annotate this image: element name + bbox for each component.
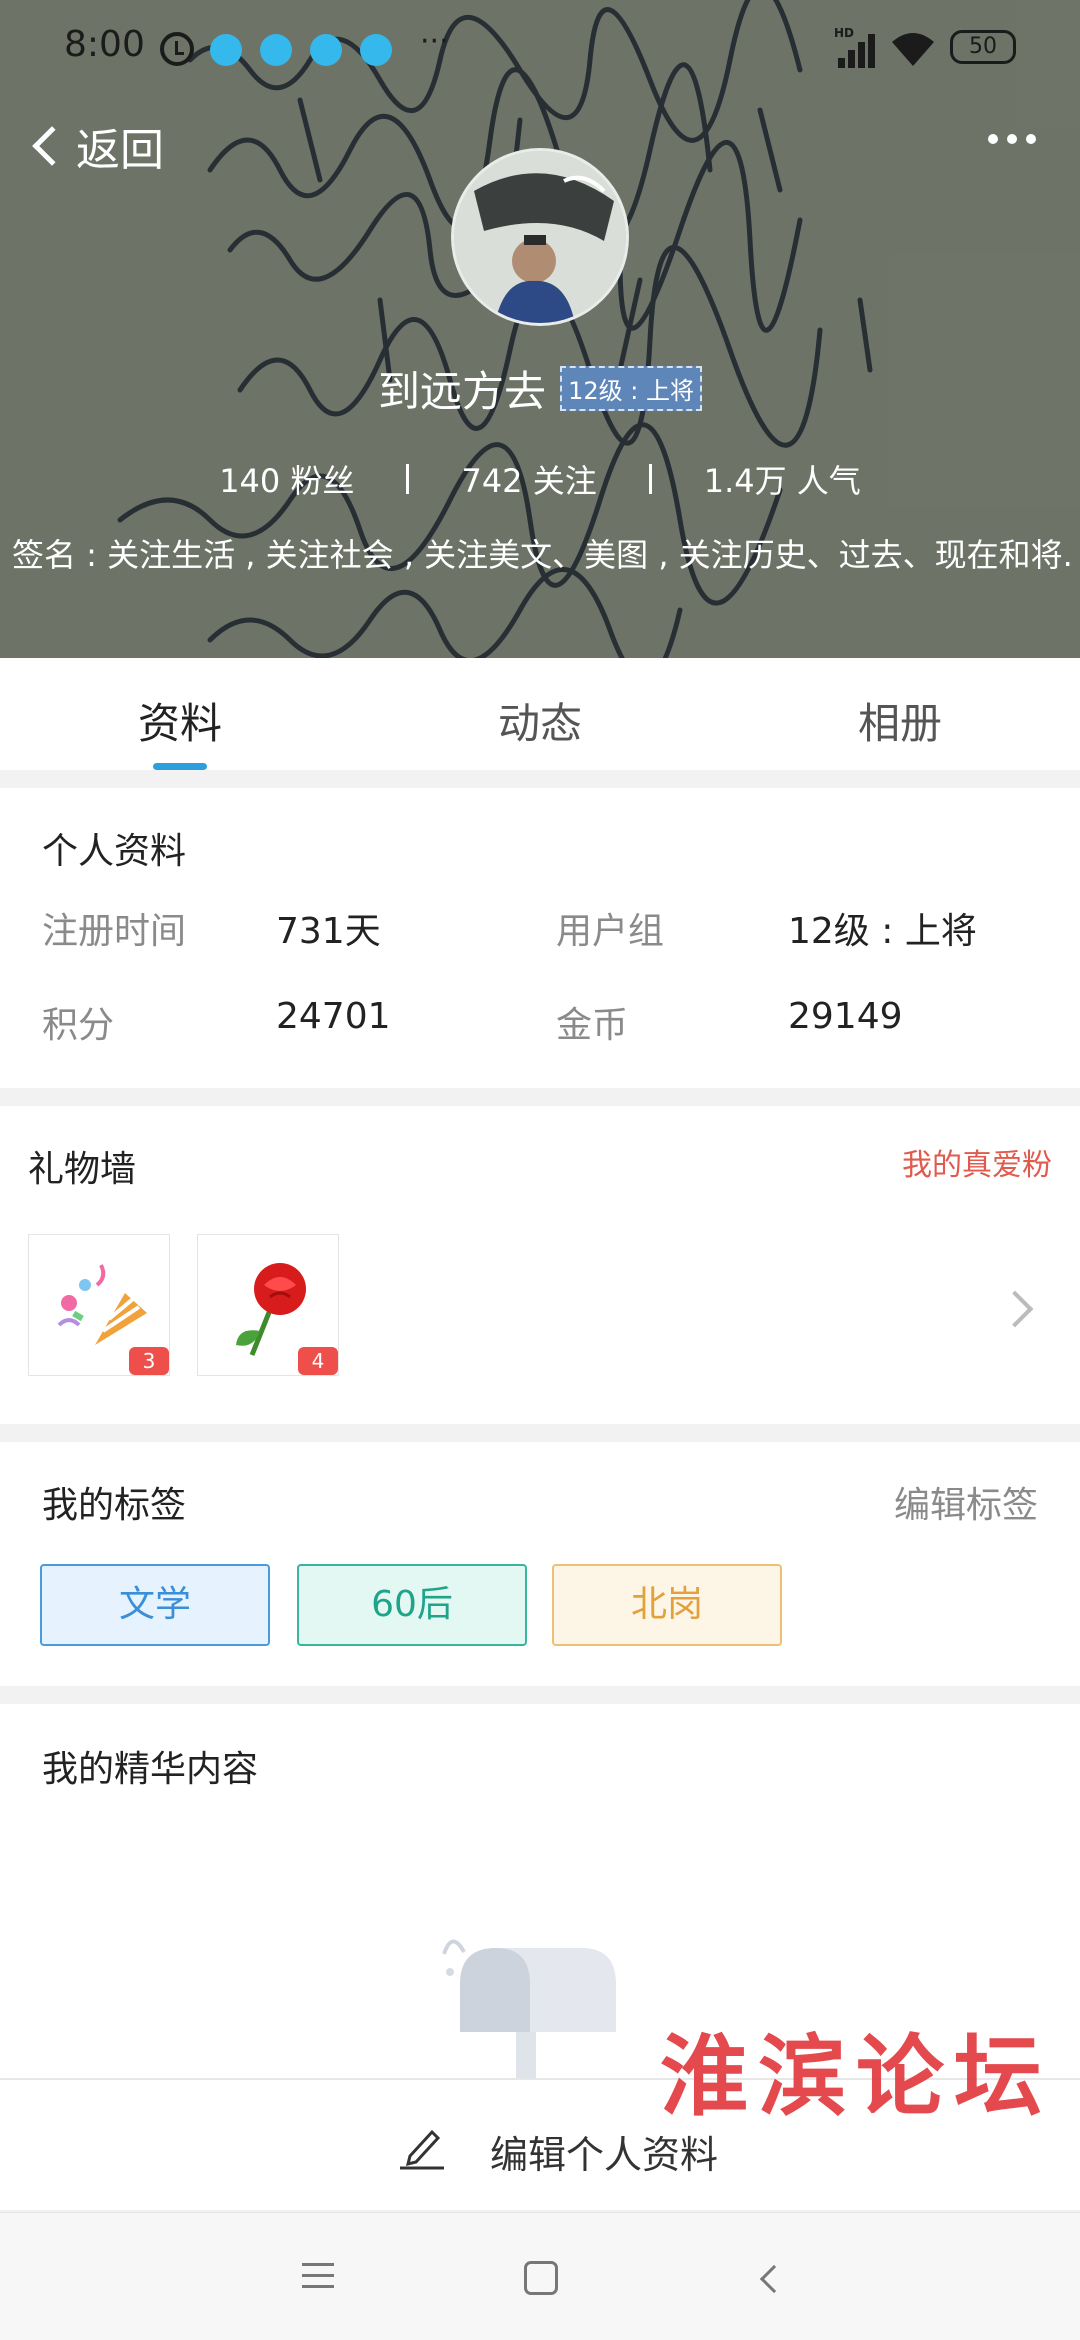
tags-card: 我的标签 编辑标签 文学 60后 北岗 (0, 1442, 1080, 1686)
tag-chip[interactable]: 北岗 (552, 1564, 782, 1646)
true-fans-link[interactable]: 我的真爱粉 (902, 1140, 1052, 1184)
more-notifications-icon: ··· (420, 24, 449, 59)
coins-value: 29149 (788, 996, 903, 1037)
forum-watermark: 淮滨论坛 (660, 2024, 1053, 2128)
tab-profile[interactable]: 资料 (0, 658, 360, 770)
points-label: 积分 (42, 1005, 115, 1046)
tab-activity[interactable]: 动态 (360, 658, 720, 770)
user-group-value: 12级 : 上将 (788, 911, 977, 952)
wifi-icon (892, 33, 934, 66)
gift-item[interactable]: 4 (197, 1234, 339, 1376)
avatar[interactable] (451, 148, 629, 326)
notification-icon (260, 34, 292, 66)
tab-album[interactable]: 相册 (720, 658, 1080, 770)
tab-bar: 资料 动态 相册 (0, 658, 1080, 770)
gift-count-badge: 3 (129, 1347, 169, 1375)
recent-apps-icon[interactable] (302, 2263, 334, 2296)
battery-icon: 50 (950, 30, 1016, 64)
back-nav-icon[interactable] (759, 2264, 789, 2294)
user-group-label: 用户组 (556, 911, 665, 952)
name-row: 到远方去 12级 : 上将 (0, 358, 1080, 419)
more-options-button[interactable] (988, 134, 1036, 144)
tag-chip[interactable]: 60后 (297, 1564, 527, 1646)
stat-following[interactable]: 742 关注 (409, 456, 648, 502)
more-dots-icon (988, 134, 998, 144)
empty-mailbox-icon (442, 1939, 616, 2086)
chevron-left-icon (32, 126, 72, 166)
status-time: 8:00 (64, 24, 145, 65)
back-button[interactable]: 返回 (26, 116, 164, 176)
back-label: 返回 (76, 125, 164, 176)
register-time-label: 注册时间 (42, 911, 187, 952)
home-icon[interactable] (524, 2261, 558, 2295)
stats-row: 140 粉丝 742 关注 1.4万 人气 (0, 456, 1080, 502)
gift-count-badge: 4 (298, 1347, 338, 1375)
notification-icon (310, 34, 342, 66)
gift-wall-title: 礼物墙 (28, 1149, 137, 1190)
user-name: 到远方去 (378, 367, 547, 416)
register-time-value: 731天 (276, 911, 381, 952)
signal-icon (834, 30, 878, 68)
tag-chip[interactable]: 文学 (40, 1564, 270, 1646)
system-nav-bar (0, 2212, 1080, 2340)
pencil-icon (400, 2129, 444, 2170)
essence-title: 我的精华内容 (42, 1749, 259, 1790)
notification-icon (360, 34, 392, 66)
profile-card: 个人资料 注册时间 731天 用户组 12级 : 上将 积分 24701 金币 … (0, 788, 1080, 1088)
profile-header: 8:00 ··· HD 50 返回 到远方去 12级: 上将 140 粉丝 7… (0, 0, 1080, 658)
coins-label: 金币 (556, 1005, 629, 1046)
gift-item[interactable]: 3 (28, 1234, 170, 1376)
gift-wall-card[interactable]: 礼物墙 我的真爱粉 3 4 (0, 1106, 1080, 1424)
stat-popularity: 1.4万 人气 (703, 462, 861, 500)
level-badge: 12级 : 上将 (560, 366, 702, 411)
avatar-image (454, 151, 626, 323)
edit-tags-link[interactable]: 编辑标签 (894, 1476, 1038, 1528)
status-bar: 8:00 ··· HD 50 (0, 0, 1080, 96)
signature: 签名 : 关注生活 , 关注社会 , 关注美文、美图 , 关注历史、过去、现在和… (12, 536, 1072, 574)
notification-icons (210, 34, 392, 66)
tags-title: 我的标签 (42, 1485, 187, 1526)
notification-icon (210, 34, 242, 66)
profile-title: 个人资料 (42, 831, 187, 872)
stat-fans[interactable]: 140 粉丝 (167, 456, 406, 502)
alarm-icon (160, 32, 194, 66)
chevron-right-icon[interactable] (996, 1290, 1034, 1328)
points-value: 24701 (276, 996, 391, 1037)
